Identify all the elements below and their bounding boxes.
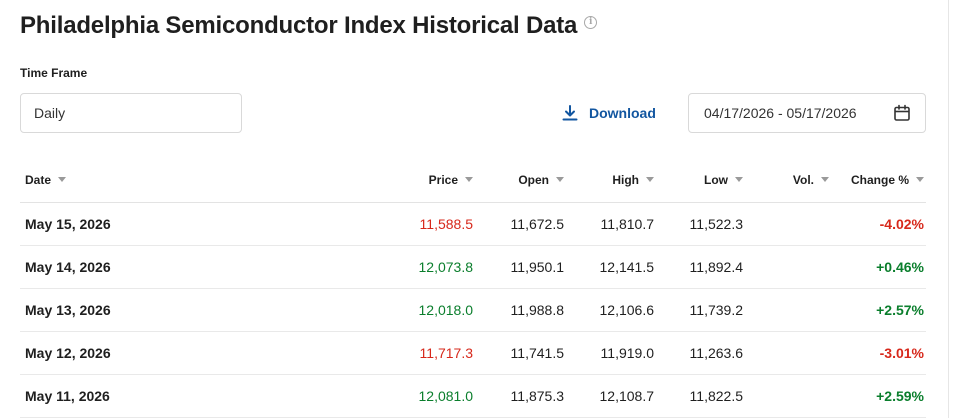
sort-arrow-icon: [821, 177, 829, 183]
table-row: May 13, 2026 12,018.0 11,988.8 12,106.6 …: [20, 288, 926, 332]
cell-vol: [743, 202, 829, 246]
time-frame-select[interactable]: Daily: [20, 93, 242, 133]
title-row: Philadelphia Semiconductor Index Histori…: [20, 8, 598, 44]
cell-price: 11,588.5: [165, 202, 473, 246]
date-range-picker[interactable]: 04/17/2026 - 05/17/2026: [688, 93, 926, 133]
table-row: May 14, 2026 12,073.8 11,950.1 12,141.5 …: [20, 245, 926, 289]
cell-low: 11,892.4: [654, 245, 743, 289]
column-header-open[interactable]: Open: [473, 158, 564, 203]
cell-open: 11,741.5: [473, 331, 564, 375]
cell-price: 11,717.3: [165, 331, 473, 375]
cell-open: 11,875.3: [473, 374, 564, 418]
page-title: Philadelphia Semiconductor Index Histori…: [20, 12, 578, 39]
cell-high: 12,106.6: [564, 288, 654, 332]
calendar-icon: [894, 104, 910, 121]
table-row: May 15, 2026 11,588.5 11,672.5 11,810.7 …: [20, 202, 926, 246]
column-header-vol[interactable]: Vol.: [743, 158, 829, 203]
cell-vol: [743, 245, 829, 289]
column-header-high[interactable]: High: [564, 158, 654, 203]
column-header-low[interactable]: Low: [654, 158, 743, 203]
cell-open: 11,950.1: [473, 245, 564, 289]
table-header-row: Date Price Open High Low Vol. Change %: [20, 158, 926, 203]
cell-vol: [743, 374, 829, 418]
sort-arrow-icon: [58, 177, 67, 183]
cell-change: -3.01%: [829, 331, 926, 375]
time-frame-value: Daily: [34, 105, 66, 121]
sort-arrow-icon: [735, 177, 743, 183]
historical-data-table: Date Price Open High Low Vol. Change % M…: [20, 158, 926, 418]
cell-change: +2.57%: [829, 288, 926, 332]
cell-open: 11,672.5: [473, 202, 564, 246]
sort-arrow-icon: [556, 177, 564, 183]
cell-date: May 15, 2026: [20, 202, 165, 246]
cell-high: 11,810.7: [564, 202, 654, 246]
cell-low: 11,263.6: [654, 331, 743, 375]
table-row: May 12, 2026 11,717.3 11,741.5 11,919.0 …: [20, 331, 926, 375]
column-header-date[interactable]: Date: [20, 158, 165, 203]
cell-high: 12,141.5: [564, 245, 654, 289]
cell-low: 11,739.2: [654, 288, 743, 332]
cell-high: 11,919.0: [564, 331, 654, 375]
historical-data-page: Philadelphia Semiconductor Index Histori…: [0, 0, 960, 418]
cell-vol: [743, 331, 829, 375]
cell-price: 12,018.0: [165, 288, 473, 332]
download-button[interactable]: Download: [561, 100, 656, 126]
cell-change: +2.59%: [829, 374, 926, 418]
cell-price: 12,073.8: [165, 245, 473, 289]
cell-date: May 14, 2026: [20, 245, 165, 289]
cell-change: -4.02%: [829, 202, 926, 246]
download-icon: [562, 105, 578, 121]
table-row: May 11, 2026 12,081.0 11,875.3 12,108.7 …: [20, 374, 926, 418]
sort-arrow-icon: [916, 177, 924, 183]
cell-date: May 11, 2026: [20, 374, 165, 418]
date-range-value: 04/17/2026 - 05/17/2026: [704, 105, 857, 121]
page-edge: [948, 0, 960, 418]
cell-low: 11,522.3: [654, 202, 743, 246]
cell-vol: [743, 288, 829, 332]
column-header-change[interactable]: Change %: [829, 158, 926, 203]
sort-arrow-icon: [646, 177, 654, 183]
cell-price: 12,081.0: [165, 374, 473, 418]
cell-low: 11,822.5: [654, 374, 743, 418]
time-frame-label: Time Frame: [20, 66, 88, 80]
cell-change: +0.46%: [829, 245, 926, 289]
download-label: Download: [589, 105, 656, 121]
cell-date: May 12, 2026: [20, 331, 165, 375]
sort-arrow-icon: [465, 177, 473, 183]
cell-date: May 13, 2026: [20, 288, 165, 332]
info-icon[interactable]: i: [584, 15, 598, 29]
cell-high: 12,108.7: [564, 374, 654, 418]
cell-open: 11,988.8: [473, 288, 564, 332]
column-header-price[interactable]: Price: [165, 158, 473, 203]
